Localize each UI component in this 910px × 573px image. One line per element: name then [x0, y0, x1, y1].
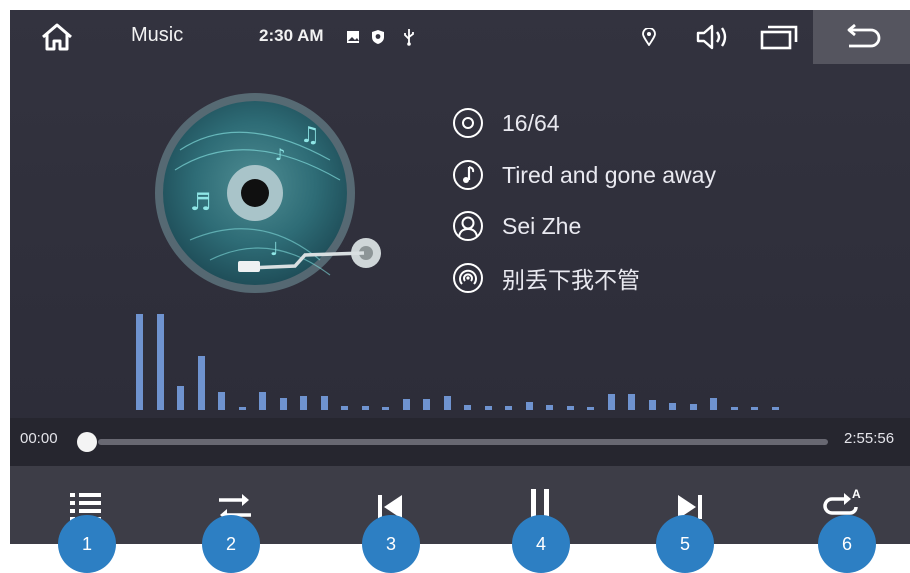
- artist-name: Sei Zhe: [502, 212, 582, 239]
- equalizer-bar: [238, 407, 246, 410]
- elapsed-time: 00:00: [20, 430, 58, 447]
- equalizer-bar: [136, 314, 143, 410]
- equalizer-bar: [423, 399, 430, 410]
- volume-icon[interactable]: [693, 22, 733, 52]
- equalizer-bar: [464, 405, 471, 410]
- equalizer-bar: [751, 407, 758, 410]
- equalizer-bar: [382, 407, 389, 410]
- equalizer-bar: [689, 404, 697, 410]
- callout-6: 6: [818, 515, 876, 573]
- artist-icon: [452, 210, 484, 242]
- callout-5: 5: [656, 515, 714, 573]
- svg-text:♬: ♬: [190, 188, 212, 216]
- equalizer-bar: [628, 394, 635, 410]
- back-button[interactable]: [813, 10, 910, 64]
- equalizer-bar: [505, 406, 512, 410]
- album-art-disc: ♫ ♬ ♪ ♩: [150, 90, 400, 295]
- svg-text:A: A: [852, 487, 861, 501]
- equalizer-bar: [197, 356, 205, 410]
- image-icon: [345, 29, 361, 45]
- equalizer-bar: [669, 403, 676, 410]
- album-name: 别丢下我不管: [502, 267, 640, 293]
- disc-icon: [452, 107, 484, 139]
- callout-1: 1: [58, 515, 116, 573]
- equalizer-bar: [607, 394, 615, 410]
- equalizer-bar: [320, 396, 328, 410]
- equalizer-bar: [300, 396, 307, 410]
- equalizer-bar: [218, 392, 225, 410]
- equalizer-bar: [484, 406, 492, 410]
- playback-controls: A: [10, 466, 910, 544]
- equalizer-bar: [525, 402, 533, 410]
- equalizer-bar: [177, 386, 184, 410]
- equalizer-bar: [546, 405, 553, 410]
- song-title: Tired and gone away: [502, 161, 716, 188]
- music-player-screen: Music 2:30 AM ♫ ♬ ♪ ♩ 16/64 Tired and go…: [10, 10, 910, 544]
- callout-4: 4: [512, 515, 570, 573]
- equalizer-bar: [771, 407, 779, 410]
- equalizer-bar: [156, 314, 164, 410]
- callout-3: 3: [362, 515, 420, 573]
- equalizer-bar: [648, 400, 656, 410]
- music-note-icon: [452, 159, 484, 191]
- callout-2: 2: [202, 515, 260, 573]
- album-row: 别丢下我不管: [452, 260, 640, 296]
- svg-text:♩: ♩: [270, 239, 279, 260]
- seek-thumb[interactable]: [77, 432, 97, 452]
- svg-text:♪: ♪: [275, 145, 285, 164]
- shield-icon: [370, 28, 386, 46]
- song-title-row: Tired and gone away: [452, 157, 716, 193]
- equalizer-visualizer: [136, 310, 796, 410]
- artist-row: Sei Zhe: [452, 208, 581, 244]
- track-number: 16/64: [502, 109, 560, 136]
- status-bar: Music 2:30 AM: [10, 10, 910, 64]
- seek-bar[interactable]: [98, 439, 828, 445]
- home-icon[interactable]: [37, 20, 77, 54]
- svg-text:♫: ♫: [300, 123, 320, 148]
- total-time: 2:55:56: [844, 430, 895, 447]
- progress-panel: 00:00 2:55:56: [10, 418, 910, 466]
- equalizer-bar: [710, 398, 717, 410]
- track-number-row: 16/64: [452, 105, 560, 141]
- equalizer-bar: [443, 396, 451, 410]
- location-icon: [640, 26, 658, 48]
- equalizer-bar: [730, 407, 738, 410]
- album-icon: [452, 262, 484, 294]
- equalizer-bar: [341, 406, 348, 410]
- equalizer-bar: [566, 406, 574, 410]
- back-icon: [843, 24, 883, 50]
- equalizer-bar: [361, 406, 369, 410]
- equalizer-bar: [259, 392, 266, 410]
- equalizer-bar: [279, 398, 287, 410]
- recent-apps-icon[interactable]: [757, 22, 801, 52]
- equalizer-bar: [587, 407, 594, 410]
- usb-icon: [401, 27, 417, 47]
- app-title: Music: [131, 24, 184, 46]
- clock: 2:30 AM: [259, 26, 324, 45]
- equalizer-bar: [402, 399, 410, 410]
